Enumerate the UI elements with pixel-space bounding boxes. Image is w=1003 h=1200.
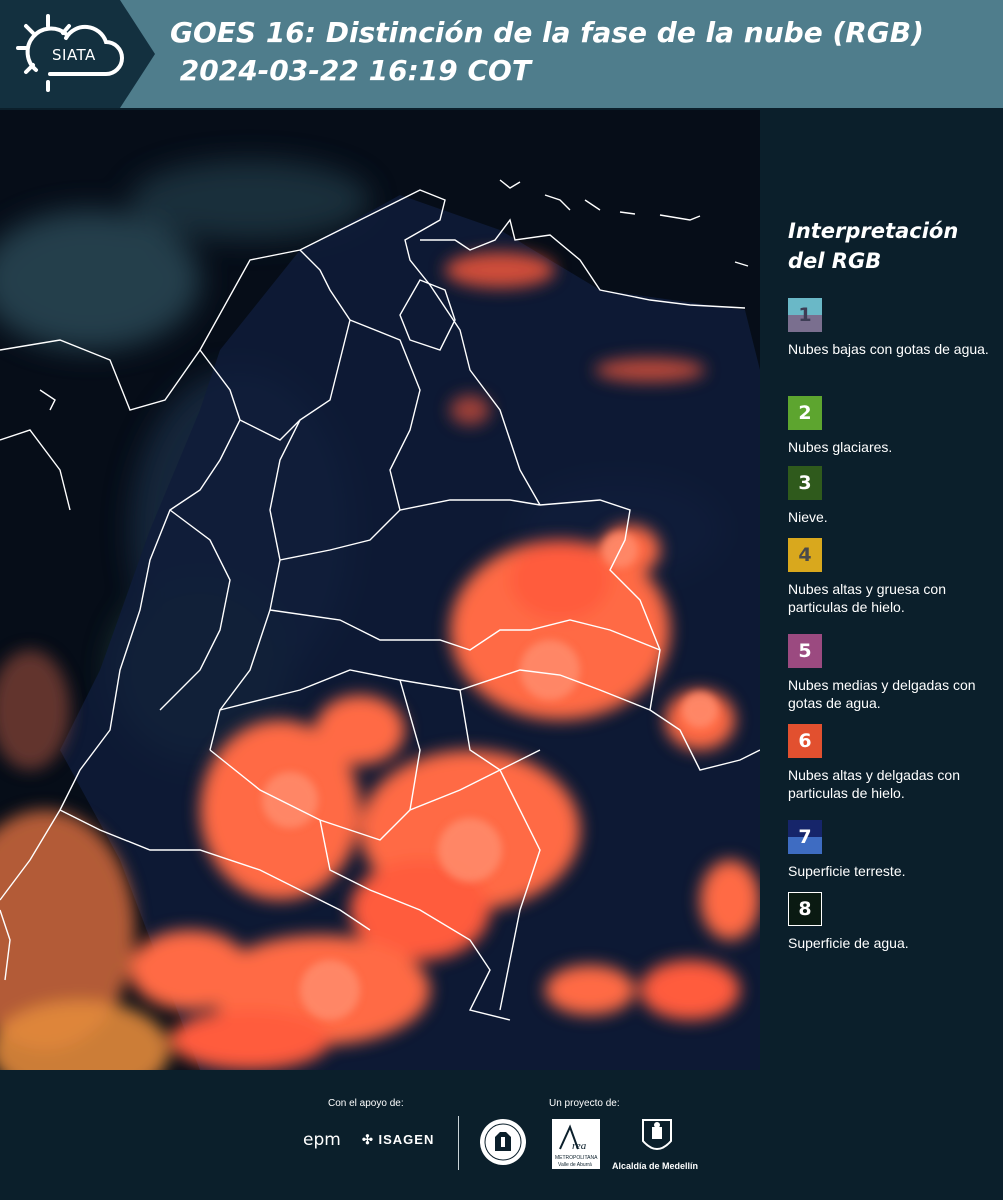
legend-item-5: 5 Nubes medias y delgadas con gotas de a…	[788, 634, 1003, 712]
legend-number: 1	[798, 304, 812, 326]
legend-item-7: 7 Superficie terreste.	[788, 820, 1003, 880]
legend-number: 6	[798, 730, 812, 752]
legend-label: Superficie de agua.	[788, 935, 909, 951]
legend-swatch-4: 4	[788, 538, 822, 572]
legend-label: Nubes altas y gruesa con particulas de h…	[788, 581, 946, 615]
legend-label: Nieve.	[788, 509, 828, 525]
svg-text:rea: rea	[572, 1140, 587, 1152]
footer: Con el apoyo de: Un proyecto de: epm ✣ I…	[0, 1072, 1003, 1200]
seal-icon	[480, 1119, 526, 1165]
satellite-map[interactable]	[0, 110, 760, 1070]
project-label: Un proyecto de:	[549, 1098, 620, 1109]
legend-label: Nubes medias y delgadas con gotas de agu…	[788, 677, 976, 711]
legend-number: 3	[798, 472, 812, 494]
legend-swatch-6: 6	[788, 724, 822, 758]
isagen-logo: ✣ ISAGEN	[362, 1132, 434, 1148]
legend-swatch-8: 8	[788, 892, 822, 926]
logo-text: SIATA	[52, 46, 96, 64]
legend-number: 5	[798, 640, 812, 662]
map-svg	[0, 160, 760, 1070]
legend: Interpretación del RGB 1 Nubes bajas con…	[788, 216, 998, 951]
support-label: Con el apoyo de:	[328, 1098, 404, 1109]
page-title: GOES 16: Distinción de la fase de la nub…	[170, 16, 924, 87]
legend-label: Nubes glaciares.	[788, 439, 893, 455]
svg-text:METROPOLITANA: METROPOLITANA	[555, 1155, 598, 1161]
legend-swatch-1: 1	[788, 298, 822, 332]
svg-text:Valle de Aburrá: Valle de Aburrá	[558, 1162, 592, 1168]
logo-block: SIATA	[0, 0, 155, 108]
divider	[458, 1116, 459, 1170]
legend-label: Superficie terreste.	[788, 863, 906, 879]
legend-item-8: 8 Superficie de agua.	[788, 892, 1003, 952]
legend-item-2: 2 Nubes glaciares.	[788, 396, 1003, 456]
legend-item-1: 1 Nubes bajas con gotas de agua.	[788, 298, 1003, 358]
legend-item-3: 3 Nieve.	[788, 466, 1003, 526]
area-metropolitana-logo-icon: rea METROPOLITANA Valle de Aburrá	[552, 1119, 600, 1169]
legend-number: 2	[798, 402, 812, 424]
legend-swatch-7: 7	[788, 820, 822, 854]
medellin-shield-icon	[642, 1119, 672, 1150]
legend-number: 4	[798, 544, 812, 566]
epm-logo: epm	[303, 1130, 341, 1150]
legend-item-4: 4 Nubes altas y gruesa con particulas de…	[788, 538, 1003, 616]
legend-label: Nubes altas y delgadas con particulas de…	[788, 767, 960, 801]
isagen-text: ISAGEN	[378, 1132, 435, 1147]
header: SIATA GOES 16: Distinción de la fase de …	[0, 0, 1003, 108]
legend-swatch-5: 5	[788, 634, 822, 668]
legend-label: Nubes bajas con gotas de agua.	[788, 341, 989, 357]
legend-title: Interpretación del RGB	[788, 219, 959, 273]
legend-swatch-3: 3	[788, 466, 822, 500]
legend-number: 7	[798, 826, 812, 848]
legend-swatch-2: 2	[788, 396, 822, 430]
medellin-label: Alcaldía de Medellín	[612, 1161, 699, 1171]
legend-item-6: 6 Nubes altas y delgadas con particulas …	[788, 724, 1003, 802]
isagen-mark-icon: ✣	[362, 1132, 379, 1147]
legend-number: 8	[798, 898, 812, 920]
